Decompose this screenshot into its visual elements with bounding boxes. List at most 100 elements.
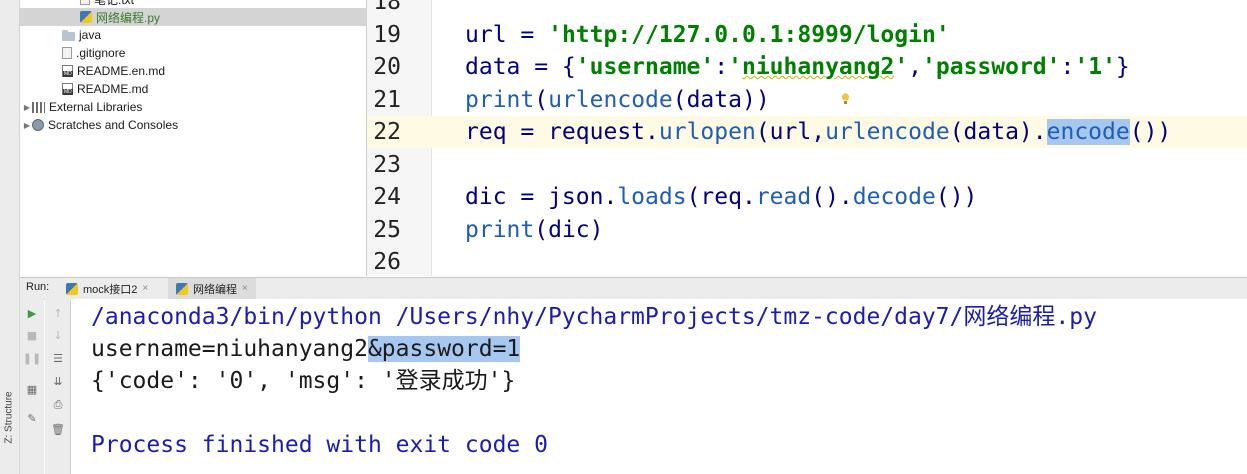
code-token: : (1060, 54, 1075, 80)
line-number: 20 (373, 54, 401, 80)
close-tab-icon[interactable]: × (242, 283, 248, 294)
code-token: (url, (755, 119, 826, 145)
pause-icon[interactable]: ❚❚ (23, 350, 41, 366)
code-token: (dic) (534, 217, 604, 243)
console-command-line: /anaconda3/bin/python /Users/nhy/Pycharm… (91, 304, 1097, 330)
code-token: urlencode (548, 87, 673, 113)
code-text: url = 'http://127.0.0.1:8999/login' (465, 19, 950, 51)
code-token: urlopen (658, 119, 756, 145)
rerun-icon[interactable]: ▶ (24, 305, 40, 321)
code-token: , (908, 54, 923, 80)
markdown-file-icon (62, 83, 73, 95)
tree-item[interactable]: README.en.md (20, 62, 366, 80)
run-tab-label: 网络编程 (193, 283, 237, 296)
code-token: (data). (949, 119, 1047, 145)
markdown-file-icon (62, 65, 73, 77)
lightbulb-icon[interactable] (841, 93, 850, 105)
text-file-icon (62, 47, 72, 59)
tree-item-label: README.en.md (77, 64, 166, 78)
code-token: dic = json. (465, 184, 618, 210)
code-token: (data)) (672, 87, 770, 113)
tree-item[interactable]: java (20, 26, 366, 44)
pin-icon[interactable]: ✎ (24, 410, 40, 426)
tree-item-label: .gitignore (76, 46, 126, 60)
console-output-line: username=niuhanyang2&password=1 (91, 333, 521, 365)
trash-icon[interactable]: 🗑 (50, 421, 66, 437)
tree-item[interactable]: ▶ Scratches and Consoles (20, 116, 366, 134)
code-token: (). (811, 184, 853, 210)
scroll-up-icon[interactable]: ↑ (50, 305, 66, 321)
tree-item-label: 笔记.txt (94, 0, 134, 8)
structure-tool-tab[interactable]: Z: Structure (1, 382, 18, 452)
code-line[interactable]: 20 data = {'username':'niuhanyang2','pass… (367, 51, 1247, 83)
text-file-icon (80, 0, 90, 5)
expand-arrow-icon[interactable]: ▶ (22, 103, 32, 112)
code-text: print(urlencode(data)) (465, 84, 770, 116)
code-text: dic = json.loads(req.read().decode()) (465, 181, 977, 213)
tree-item[interactable]: .gitignore (20, 44, 366, 62)
run-toolbar-secondary: ↑ ↓ ☰ ⇊ ⎙ 🗑 (45, 299, 71, 474)
run-tab[interactable]: 网络编程 × (168, 278, 256, 299)
code-token: url = (465, 22, 549, 48)
code-line[interactable]: 24 dic = json.loads(req.read().decode()) (367, 181, 1247, 213)
line-number: 19 (373, 22, 401, 48)
code-editor[interactable]: 18 19 url = 'http://127.0.0.1:8999/login' 2… (367, 0, 1247, 276)
expand-arrow-icon[interactable]: ▶ (22, 121, 32, 130)
code-token: encode (1046, 119, 1130, 145)
stop-icon[interactable]: ■ (24, 327, 40, 343)
folder-icon (62, 29, 75, 41)
code-token: ' (894, 54, 909, 80)
code-token: req = request. (465, 119, 659, 145)
run-tool-window-header: Run: mock接口2 × 网络编程 × (20, 277, 1247, 300)
close-tab-icon[interactable]: × (142, 283, 148, 294)
code-token: : (714, 54, 729, 80)
run-tab[interactable]: mock接口2 × (58, 278, 156, 299)
code-token: ' (728, 54, 742, 80)
line-number: 21 (373, 87, 401, 113)
code-line[interactable]: 21 print(urlencode(data)) (367, 84, 1247, 116)
tree-item-label: 网络编程.py (96, 10, 161, 25)
tree-item[interactable]: README.md (20, 80, 366, 98)
code-token: 'username' (575, 54, 715, 80)
layout-icon[interactable]: ▦ (24, 381, 40, 397)
code-line[interactable]: 19 url = 'http://127.0.0.1:8999/login' (367, 19, 1247, 51)
code-token: ()) (1129, 119, 1172, 145)
code-token: ( (534, 87, 549, 113)
code-line[interactable]: 22 req = request.urlopen(url,urlencode(da… (367, 116, 1247, 148)
tree-item-label: External Libraries (49, 100, 143, 114)
code-token: '1' (1074, 54, 1116, 80)
code-token: read (755, 184, 812, 210)
code-token: print (465, 217, 535, 243)
console-output[interactable]: /anaconda3/bin/python /Users/nhy/Pycharm… (71, 299, 1247, 474)
python-file-icon (80, 11, 92, 23)
run-toolbar-primary: ▶ ■ ❚❚ ▦ ✎ (20, 299, 44, 474)
scroll-to-end-icon[interactable]: ⇊ (50, 373, 66, 389)
scroll-down-icon[interactable]: ↓ (50, 327, 66, 343)
code-line[interactable]: 26 (367, 246, 1247, 276)
run-label: Run: (26, 281, 50, 293)
code-text: print(dic) (465, 214, 604, 246)
line-number: 23 (373, 152, 401, 178)
line-number: 18 (373, 0, 401, 15)
python-file-icon (66, 282, 78, 295)
code-line[interactable]: 18 (367, 0, 1247, 18)
line-number: 24 (373, 184, 401, 210)
tree-item[interactable]: 网络编程.py (20, 8, 366, 26)
tree-item[interactable]: ▶ External Libraries (20, 98, 366, 116)
soft-wrap-icon[interactable]: ☰ (50, 350, 66, 366)
print-icon[interactable]: ⎙ (50, 397, 66, 413)
code-text: data = {'username':'niuhanyang2','passwo… (465, 51, 1130, 83)
tree-item-label: Scratches and Consoles (48, 118, 179, 132)
code-line[interactable]: 25 print(dic) (367, 214, 1247, 246)
code-token: } (1115, 54, 1130, 80)
structure-tab-label: Z: Structure (4, 390, 15, 444)
scratches-icon (32, 119, 44, 131)
line-number: 22 (373, 119, 401, 145)
left-tool-strip: Z: Structure (0, 0, 20, 474)
code-line[interactable]: 23 (367, 149, 1247, 181)
code-token: 'password' (922, 54, 1061, 80)
run-tab-label: mock接口2 (83, 283, 138, 296)
libraries-icon (32, 101, 45, 113)
code-token: urlencode (825, 119, 950, 145)
tree-item[interactable]: 笔记.txt (20, 0, 366, 8)
